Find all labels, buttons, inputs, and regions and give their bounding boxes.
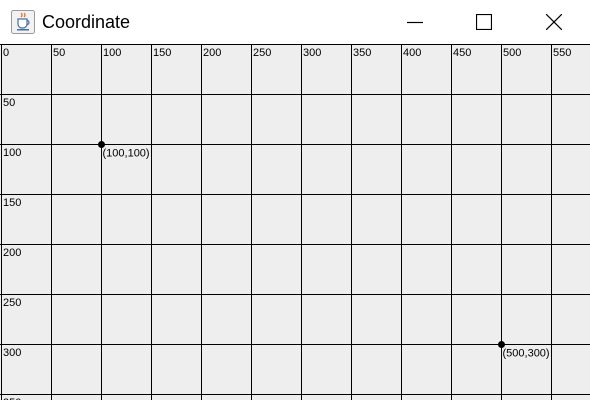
x-tick-label: 400 [403, 47, 421, 59]
minimize-button[interactable] [392, 0, 438, 44]
x-tick-label: 300 [303, 47, 321, 59]
x-tick-label: 200 [203, 47, 221, 59]
coordinate-grid: 0 50 100 150 200 250 300 350 400 450 500 550 50 100 15… [0, 44, 590, 400]
coordinate-point-label: (500,300) [503, 348, 550, 360]
minimize-icon [407, 21, 423, 24]
x-tick-label: 150 [153, 47, 171, 59]
coordinate-canvas[interactable]: 0 50 100 150 200 250 300 350 400 450 500 550 50 100 15… [0, 44, 590, 400]
y-tick-label: 250 [3, 297, 21, 309]
title-bar[interactable]: Coordinate [0, 0, 590, 44]
maximize-button[interactable] [461, 0, 507, 44]
x-tick-label: 350 [353, 47, 371, 59]
x-tick-label: 100 [103, 47, 121, 59]
x-tick-label: 500 [503, 47, 521, 59]
x-tick-label: 250 [253, 47, 271, 59]
coordinate-point-label: (100,100) [103, 148, 150, 160]
java-coffee-cup-icon[interactable] [11, 10, 35, 34]
maximize-icon [476, 14, 492, 30]
y-tick-label: 150 [3, 197, 21, 209]
close-icon [546, 14, 562, 30]
x-tick-label: 50 [53, 47, 65, 59]
x-tick-label: 550 [553, 47, 571, 59]
x-tick-label: 450 [453, 47, 471, 59]
y-tick-label: 100 [3, 147, 21, 159]
x-tick-label: 0 [3, 47, 9, 59]
window-title: Coordinate [42, 12, 131, 32]
y-tick-label: 300 [3, 347, 21, 359]
application-window: Coordinate 0 50 100 150 200 250 300 350 400 450 50… [0, 0, 590, 400]
y-tick-label: 50 [3, 97, 15, 109]
close-button[interactable] [531, 0, 577, 44]
y-tick-label: 200 [3, 247, 21, 259]
